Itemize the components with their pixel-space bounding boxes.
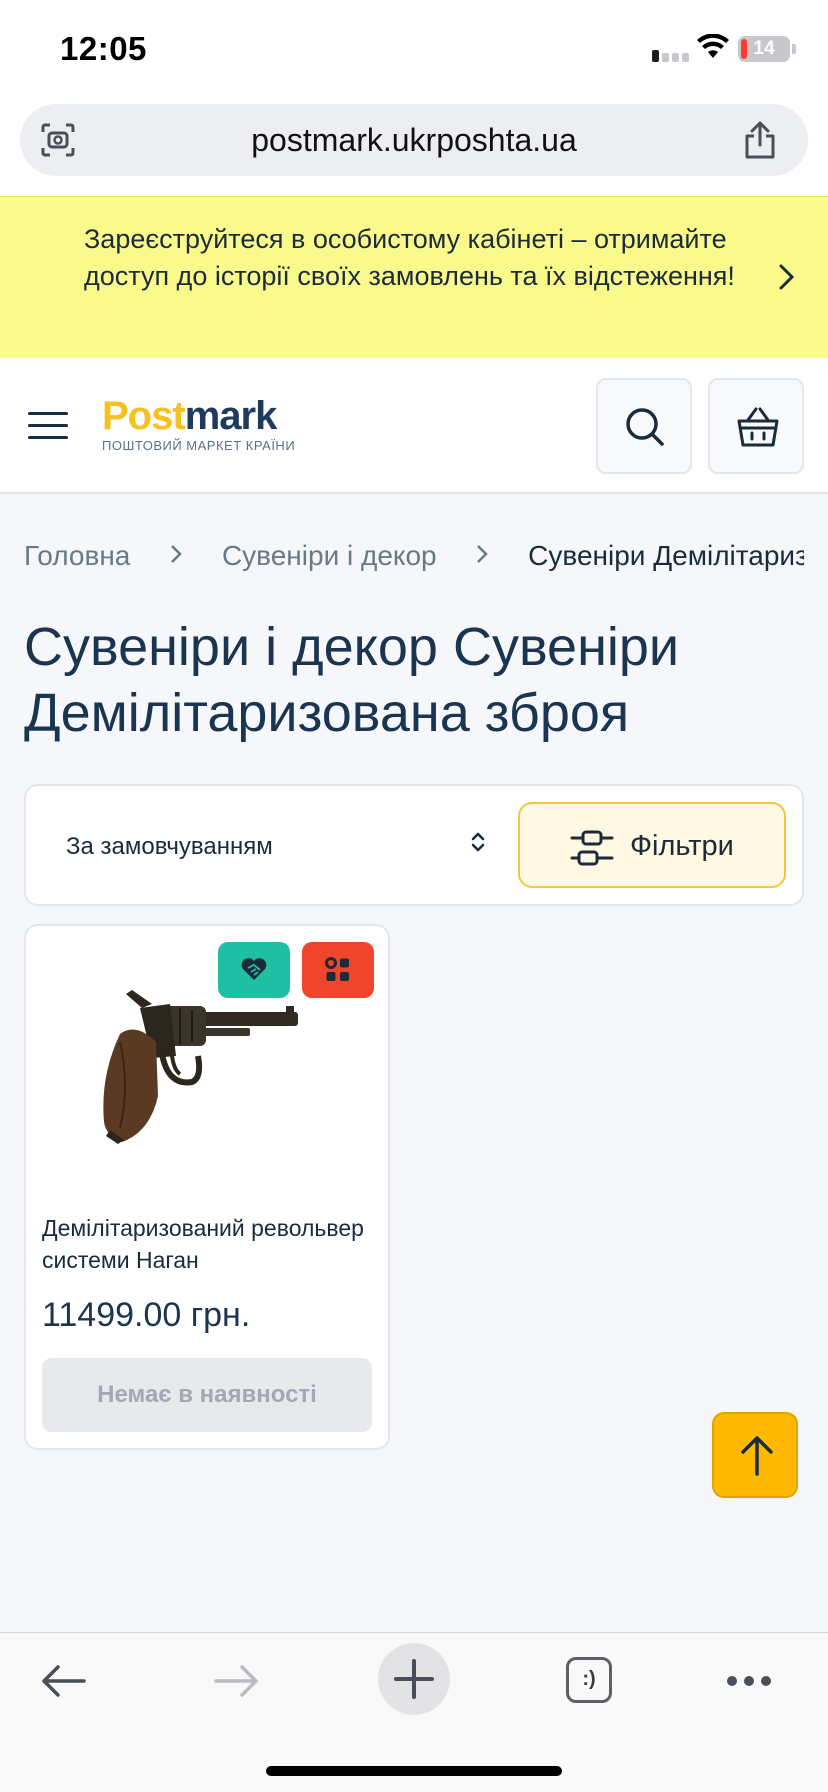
page-title: Сувеніри і декор Сувеніри Демілітаризова…	[24, 617, 680, 743]
product-card[interactable]: Демілітаризований револьвер системи Нага…	[24, 924, 390, 1450]
status-bar: 12:05 14	[0, 0, 828, 100]
product-image[interactable]	[80, 946, 334, 1190]
breadcrumb-current: Сувеніри Демілітаризована зброя	[528, 539, 804, 571]
search-button[interactable]	[596, 378, 692, 474]
cart-button[interactable]	[708, 378, 804, 474]
address-bar[interactable]: postmark.ukrposhta.ua	[20, 104, 808, 176]
scroll-to-top-button[interactable]	[712, 1412, 798, 1498]
filter-button[interactable]: Фільтри	[518, 802, 786, 888]
out-of-stock-button: Немає в наявності	[42, 1358, 372, 1432]
battery-level: 14	[753, 38, 775, 59]
sort-arrows-icon[interactable]	[470, 830, 486, 854]
filter-label: Фільтри	[630, 830, 734, 862]
forward-arrow-icon[interactable]	[212, 1663, 262, 1699]
url-text: postmark.ukrposhta.ua	[251, 122, 577, 158]
battery-icon: 14	[738, 36, 790, 62]
tabs-button[interactable]: :)	[566, 1657, 612, 1703]
revolver-image	[80, 946, 334, 1190]
compare-badge[interactable]	[302, 942, 374, 998]
share-icon[interactable]	[742, 120, 778, 160]
plus-icon	[394, 1659, 434, 1699]
postmark-logo[interactable]: Postmark ПОШТОВИЙ МАРКЕТ КРАЇНИ	[102, 396, 295, 453]
new-tab-button[interactable]	[378, 1643, 450, 1715]
logo-tagline: ПОШТОВИЙ МАРКЕТ КРАЇНИ	[102, 438, 296, 453]
heart-handshake-icon	[241, 958, 267, 980]
home-indicator	[266, 1766, 562, 1776]
filter-icon	[570, 830, 614, 866]
chevron-right-icon	[138, 540, 214, 572]
breadcrumb: Головна Сувеніри і декор Сувеніри Демілі…	[24, 538, 804, 578]
signal-icon	[652, 50, 690, 62]
back-arrow-icon[interactable]	[38, 1663, 88, 1699]
chevron-right-icon	[444, 540, 520, 572]
more-icon[interactable]	[726, 1675, 772, 1687]
product-name[interactable]: Демілітаризований револьвер системи Нага…	[42, 1212, 372, 1276]
arrow-up-icon	[741, 1436, 773, 1476]
search-icon	[626, 408, 664, 446]
banner-text: Зареєструйтеся в особистому кабінеті – о…	[84, 224, 735, 291]
product-price: 11499.00 грн.	[42, 1296, 251, 1334]
charity-badge[interactable]	[218, 942, 290, 998]
site-header: Postmark ПОШТОВИЙ МАРКЕТ КРАЇНИ	[0, 358, 828, 494]
basket-icon	[737, 407, 779, 447]
status-time: 12:05	[60, 30, 147, 67]
sort-filter-bar: За замовчуванням Фільтри	[24, 784, 804, 906]
breadcrumb-home[interactable]: Головна	[24, 540, 130, 572]
chevron-right-icon	[779, 264, 795, 290]
browser-address-area: postmark.ukrposhta.ua	[0, 100, 828, 196]
compare-icon	[325, 957, 349, 981]
breadcrumb-category[interactable]: Сувеніри і декор	[222, 540, 437, 572]
menu-icon[interactable]	[28, 412, 68, 440]
sort-select[interactable]: За замовчуванням	[66, 833, 273, 861]
wifi-icon	[697, 34, 729, 58]
register-banner[interactable]: Зареєструйтеся в особистому кабінеті – о…	[0, 196, 828, 358]
